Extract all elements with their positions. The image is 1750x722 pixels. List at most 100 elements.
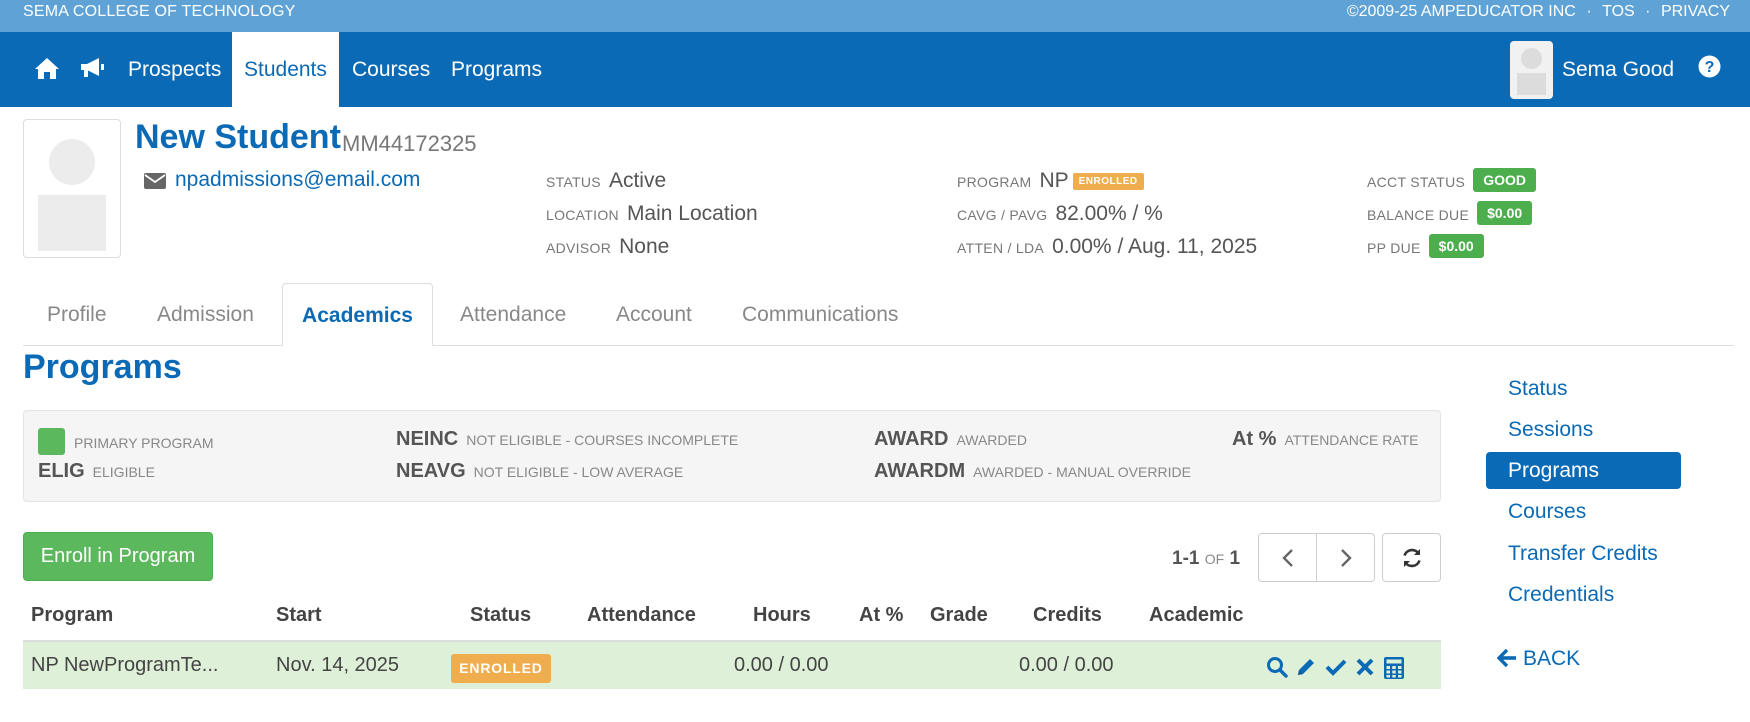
previous-page-button[interactable]	[1258, 533, 1317, 582]
sidenav-credentials[interactable]: Credentials	[1486, 576, 1681, 613]
pager-summary: 1-1 OF 1	[1172, 548, 1240, 570]
help-icon[interactable]: ?	[1698, 55, 1721, 78]
tab-profile[interactable]: Profile	[23, 283, 131, 346]
status-legend: PRIMARY PROGRAM ELIG ELIGIBLE NEINC NOT EL…	[23, 410, 1441, 502]
privacy-link[interactable]: PRIVACY	[1661, 3, 1730, 20]
column-header-academic: Academic	[1149, 604, 1244, 626]
legend-primary-desc: PRIMARY PROGRAM	[74, 435, 214, 451]
tab-academics[interactable]: Academics	[282, 283, 433, 346]
pager-range: 1-1	[1172, 548, 1200, 569]
nav-programs[interactable]: Programs	[439, 32, 554, 107]
refresh-button[interactable]	[1382, 533, 1441, 582]
sidenav-sessions[interactable]: Sessions	[1486, 411, 1681, 448]
separator: ·	[1586, 3, 1592, 20]
chevron-left-icon	[1281, 548, 1293, 567]
enroll-in-program-button[interactable]: Enroll in Program	[23, 532, 213, 581]
column-header-credits: Credits	[1033, 604, 1102, 626]
pp-due-field: PP DUE $0.00	[1367, 234, 1484, 259]
student-email-link[interactable]: npadmissions@email.com	[175, 168, 420, 192]
legend-neavg: NEAVG NOT ELIGIBLE - LOW AVERAGE	[396, 460, 683, 483]
cell-hours: 0.00 / 0.00	[734, 654, 829, 676]
check-icon[interactable]	[1325, 656, 1347, 678]
tab-admission[interactable]: Admission	[133, 283, 278, 346]
user-avatar[interactable]	[1510, 41, 1553, 99]
column-header-program: Program	[31, 604, 114, 626]
advisor-value: None	[619, 235, 670, 258]
legend-neavg-desc: NOT ELIGIBLE - LOW AVERAGE	[473, 464, 684, 480]
refresh-icon	[1402, 548, 1421, 567]
megaphone-icon[interactable]	[78, 54, 106, 82]
column-header-attendance: Attendance	[587, 604, 696, 626]
sidenav-transfer-credits[interactable]: Transfer Credits	[1486, 535, 1681, 572]
student-name: New Student	[135, 118, 341, 156]
calculator-icon[interactable]	[1383, 656, 1405, 679]
column-header-grade: Grade	[930, 604, 988, 626]
user-name[interactable]: Sema Good	[1562, 32, 1674, 107]
tab-attendance[interactable]: Attendance	[436, 283, 590, 346]
main-navbar: Prospects Students Courses Programs Sema…	[0, 32, 1750, 107]
location-label: LOCATION	[546, 207, 619, 223]
status-field: STATUS Active	[546, 169, 666, 193]
legend-award: AWARD AWARDED	[874, 428, 1027, 451]
legend-awardm: AWARDM AWARDED - MANUAL OVERRIDE	[874, 460, 1191, 483]
home-icon[interactable]	[33, 54, 61, 82]
legend-elig-desc: ELIGIBLE	[92, 464, 155, 480]
legend-award-desc: AWARDED	[956, 432, 1027, 448]
sidenav-status[interactable]: Status	[1486, 370, 1681, 407]
pager-total: 1	[1229, 548, 1241, 569]
location-field: LOCATION Main Location	[546, 202, 758, 226]
section-title: Programs	[23, 348, 182, 386]
legend-neinc-desc: NOT ELIGIBLE - COURSES INCOMPLETE	[466, 432, 739, 448]
cell-credits: 0.00 / 0.00	[1019, 654, 1114, 676]
school-name: SEMA COLLEGE OF TECHNOLOGY	[23, 3, 296, 20]
svg-text:?: ?	[1705, 59, 1715, 76]
cavg-label: CAVG / PAVG	[957, 207, 1048, 223]
separator: ·	[1645, 3, 1651, 20]
program-field: PROGRAM NP ENROLLED	[957, 169, 1144, 193]
pencil-icon[interactable]	[1295, 656, 1317, 678]
status-label: STATUS	[546, 174, 601, 190]
sidenav-programs[interactable]: Programs	[1486, 452, 1681, 489]
atten-value: 0.00% / Aug. 11, 2025	[1052, 235, 1258, 258]
legend-at-code: At %	[1232, 428, 1277, 450]
legend-elig-code: ELIG	[38, 460, 85, 482]
tab-account[interactable]: Account	[592, 283, 716, 346]
cell-start: Nov. 14, 2025	[276, 654, 400, 676]
student-photo	[23, 119, 121, 258]
cell-program[interactable]: NP NewProgramTe...	[31, 654, 218, 677]
nav-prospects[interactable]: Prospects	[116, 32, 233, 107]
column-header-status: Status	[470, 604, 532, 626]
legend-awardm-desc: AWARDED - MANUAL OVERRIDE	[973, 464, 1191, 480]
cavg-value: 82.00% / %	[1055, 202, 1163, 225]
enrolled-badge: ENROLLED	[1072, 173, 1144, 190]
balance-label: BALANCE DUE	[1367, 207, 1470, 223]
envelope-icon	[144, 173, 166, 189]
advisor-label: ADVISOR	[546, 240, 612, 256]
status-value: Active	[608, 169, 667, 192]
location-value: Main Location	[626, 202, 758, 225]
nav-students[interactable]: Students	[232, 32, 339, 107]
search-icon[interactable]	[1266, 656, 1288, 678]
legend-awardm-code: AWARDM	[874, 460, 966, 482]
next-page-button[interactable]	[1316, 533, 1375, 582]
legend-elig: ELIG ELIGIBLE	[38, 460, 155, 483]
back-label: BACK	[1523, 647, 1581, 670]
acct-status-badge: GOOD	[1473, 168, 1536, 192]
times-icon[interactable]	[1354, 656, 1376, 678]
sidenav-courses[interactable]: Courses	[1486, 493, 1681, 530]
legend-award-code: AWARD	[874, 428, 949, 450]
balance-due-field: BALANCE DUE $0.00	[1367, 201, 1533, 226]
legend-neavg-code: NEAVG	[396, 460, 466, 482]
column-header-hours: Hours	[753, 604, 811, 626]
nav-courses[interactable]: Courses	[340, 32, 442, 107]
tos-link[interactable]: TOS	[1602, 3, 1635, 20]
column-header-start: Start	[276, 604, 322, 626]
back-link[interactable]: BACK	[1496, 647, 1581, 671]
pp-label: PP DUE	[1367, 240, 1421, 256]
column-header-at-pct: At %	[859, 604, 904, 626]
attendance-lda-field: ATTEN / LDA 0.00% / Aug. 11, 2025	[957, 235, 1257, 259]
tab-communications[interactable]: Communications	[718, 283, 922, 346]
legend-primary: PRIMARY PROGRAM	[74, 431, 214, 454]
pp-badge: $0.00	[1428, 234, 1484, 258]
table-row[interactable]	[23, 642, 1441, 689]
